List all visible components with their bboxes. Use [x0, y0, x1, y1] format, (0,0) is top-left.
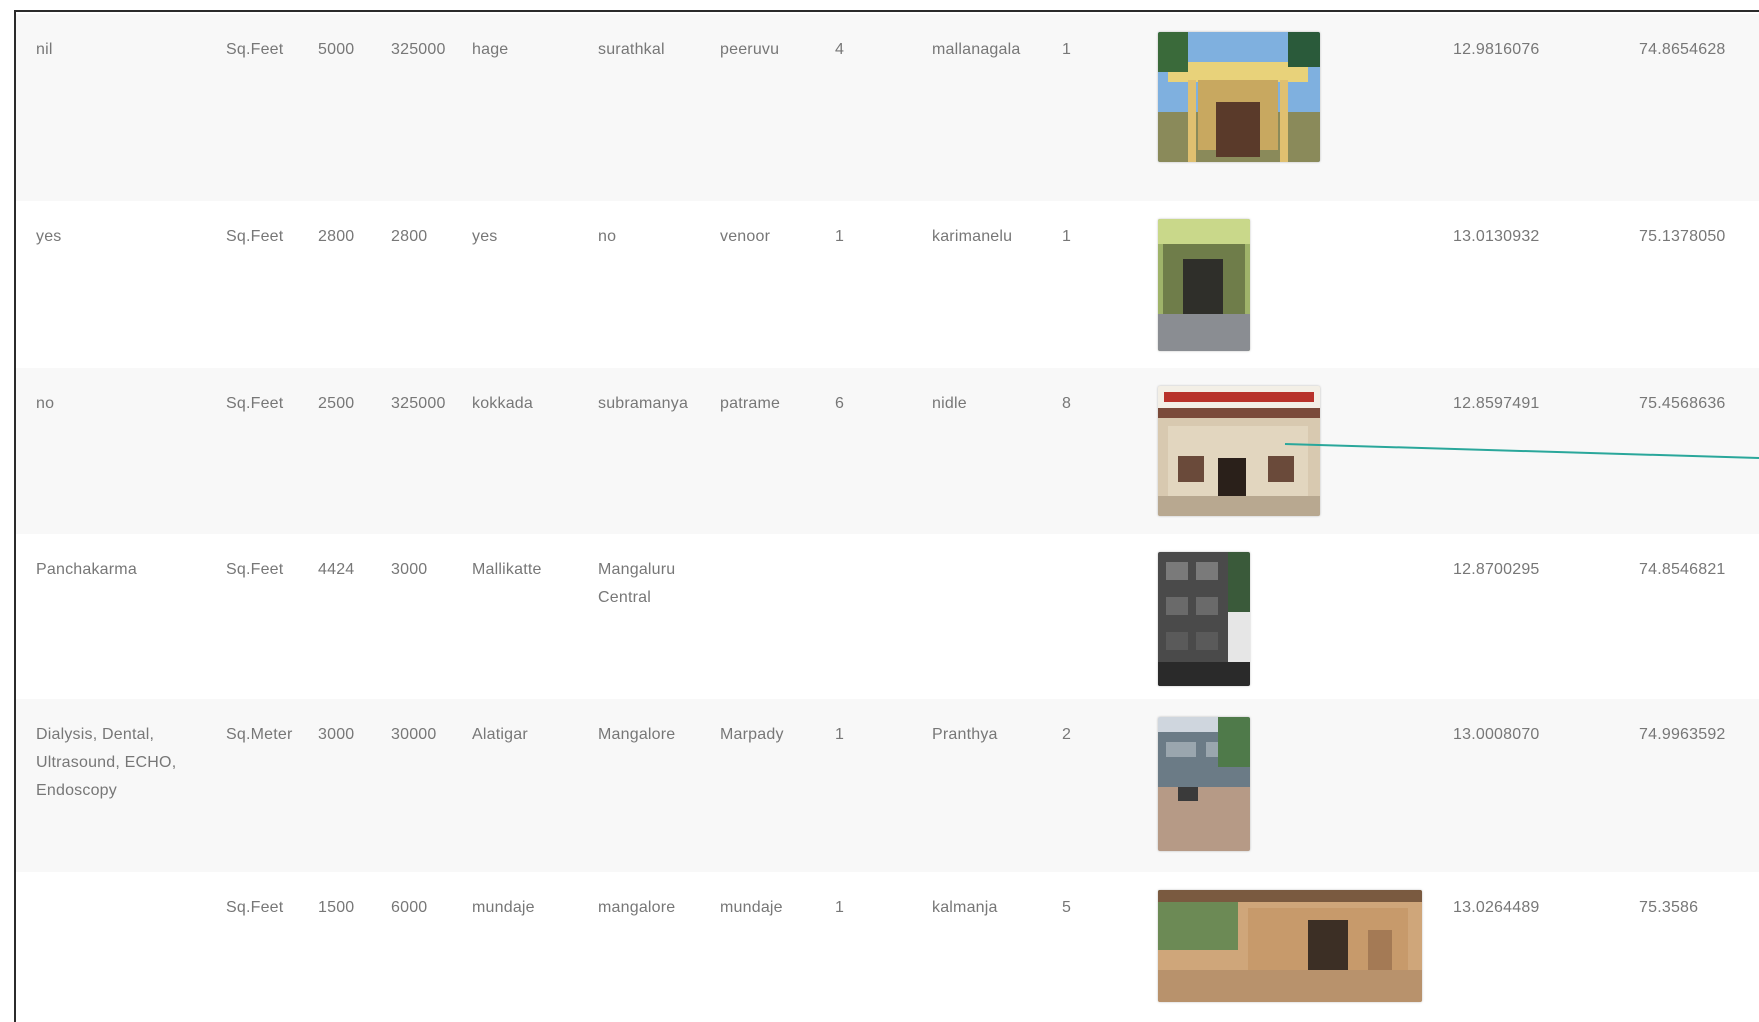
cell-village: nidle	[932, 395, 967, 412]
building-photo-icon[interactable]	[1158, 386, 1320, 516]
cell-count1: 1	[835, 228, 845, 245]
cell-unit: Sq.Feet	[226, 899, 284, 916]
building-photo-icon[interactable]	[1158, 219, 1250, 351]
cell-amount: 30000	[391, 726, 437, 743]
cell-services: Dialysis, Dental, Ultrasound, ECHO, Endo…	[36, 726, 177, 799]
cell-village: mallanagala	[932, 41, 1021, 58]
cell-place: mundaje	[472, 899, 535, 916]
cell-services: yes	[36, 228, 62, 245]
table-row[interactable]: Sq.Feet 1500 6000 mundaje mangalore mund…	[16, 872, 1759, 1002]
cell-latitude: 12.8597491	[1453, 395, 1540, 412]
cell-town: no	[598, 228, 617, 245]
cell-town: mangalore	[598, 899, 676, 916]
cell-count2: 1	[1062, 41, 1072, 58]
cell-longitude: 74.9963592	[1639, 726, 1726, 743]
cell-amount: 325000	[391, 41, 446, 58]
building-photo-icon[interactable]	[1158, 32, 1320, 162]
cell-town: Mangalore	[598, 726, 676, 743]
cell-count2: 2	[1062, 726, 1072, 743]
cell-locality: mundaje	[720, 899, 783, 916]
cell-village: Pranthya	[932, 726, 998, 743]
cell-services: Panchakarma	[36, 561, 137, 578]
table-row[interactable]: no Sq.Feet 2500 325000 kokkada subramany…	[16, 368, 1759, 534]
table-row[interactable]: yes Sq.Feet 2800 2800 yes no venoor 1 ka…	[16, 201, 1759, 368]
building-photo-icon[interactable]	[1158, 552, 1250, 686]
building-photo-icon[interactable]	[1158, 890, 1422, 1002]
cell-latitude: 13.0264489	[1453, 899, 1540, 916]
cell-place: hage	[472, 41, 509, 58]
cell-locality: patrame	[720, 395, 781, 412]
table-row[interactable]: Dialysis, Dental, Ultrasound, ECHO, Endo…	[16, 699, 1759, 872]
cell-unit: Sq.Feet	[226, 561, 284, 578]
cell-amount: 325000	[391, 395, 446, 412]
cell-area: 2800	[318, 228, 355, 245]
cell-count2: 8	[1062, 395, 1072, 412]
cell-area: 2500	[318, 395, 355, 412]
cell-count1: 6	[835, 395, 845, 412]
cell-longitude: 74.8654628	[1639, 41, 1726, 58]
cell-count2: 1	[1062, 228, 1072, 245]
cell-unit: Sq.Feet	[226, 228, 284, 245]
cell-locality: peeruvu	[720, 41, 780, 58]
cell-amount: 2800	[391, 228, 428, 245]
cell-town: surathkal	[598, 41, 665, 58]
cell-locality: venoor	[720, 228, 771, 245]
cell-amount: 6000	[391, 899, 428, 916]
cell-longitude: 75.1378050	[1639, 228, 1726, 245]
cell-services: nil	[36, 41, 53, 58]
cell-services: no	[36, 395, 55, 412]
cell-count2: 5	[1062, 899, 1072, 916]
cell-place: kokkada	[472, 395, 533, 412]
cell-village: kalmanja	[932, 899, 998, 916]
cell-count1: 1	[835, 726, 845, 743]
cell-latitude: 13.0008070	[1453, 726, 1540, 743]
cell-latitude: 12.8700295	[1453, 561, 1540, 578]
cell-area: 1500	[318, 899, 355, 916]
cell-longitude: 75.4568636	[1639, 395, 1726, 412]
cell-locality: Marpady	[720, 726, 784, 743]
cell-unit: Sq.Feet	[226, 41, 284, 58]
cell-town: Mangaluru Central	[598, 561, 676, 606]
cell-unit: Sq.Feet	[226, 395, 284, 412]
cell-latitude: 13.0130932	[1453, 228, 1540, 245]
cell-unit: Sq.Meter	[226, 726, 293, 743]
cell-place: yes	[472, 228, 498, 245]
cell-area: 5000	[318, 41, 355, 58]
cell-longitude: 75.3586	[1639, 899, 1699, 916]
cell-longitude: 74.8546821	[1639, 561, 1726, 578]
cell-count1: 4	[835, 41, 845, 58]
cell-count1: 1	[835, 899, 845, 916]
cell-area: 4424	[318, 561, 355, 578]
cell-village: karimanelu	[932, 228, 1013, 245]
cell-place: Mallikatte	[472, 561, 542, 578]
cell-latitude: 12.9816076	[1453, 41, 1540, 58]
cell-amount: 3000	[391, 561, 428, 578]
table-row[interactable]: Panchakarma Sq.Feet 4424 3000 Mallikatte…	[16, 534, 1759, 699]
cell-town: subramanya	[598, 395, 689, 412]
cell-area: 3000	[318, 726, 355, 743]
cell-place: Alatigar	[472, 726, 528, 743]
building-photo-icon[interactable]	[1158, 717, 1250, 851]
table-row[interactable]: nil Sq.Feet 5000 325000 hage surathkal p…	[16, 14, 1759, 201]
